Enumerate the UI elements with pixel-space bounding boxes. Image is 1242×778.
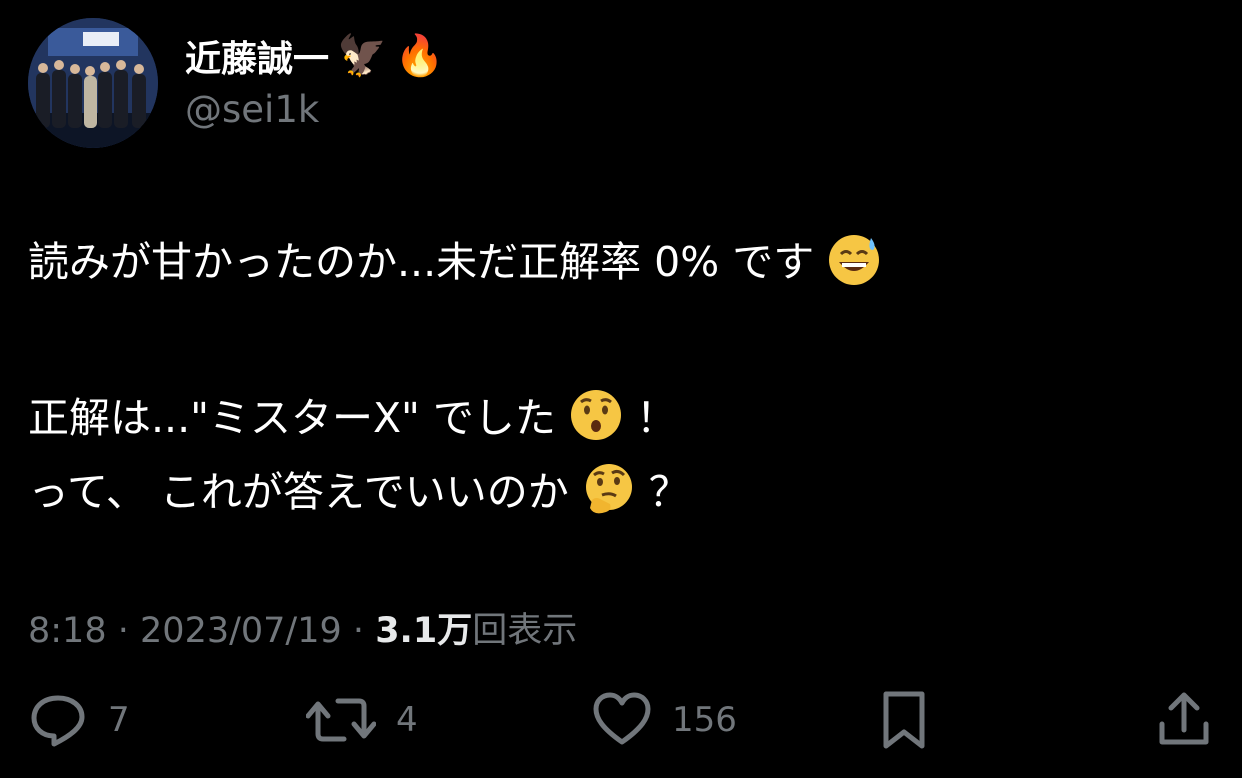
tweet-line-2: 正解は..."ミスターX" でした ！ xyxy=(28,388,1208,443)
views-count: 3.1万 xyxy=(375,611,473,651)
tweet-line-1: 読みが甘かったのか...未だ正解率 0% です xyxy=(28,232,1208,287)
tweet-line-3: って、 これが答えでいいのか ？ xyxy=(28,462,1208,517)
bookmark-icon xyxy=(883,691,925,749)
meta-separator: · xyxy=(117,611,129,651)
tweet-time[interactable]: 8:18 xyxy=(28,611,107,651)
tweet-meta: 8:18 · 2023/07/19 · 3.1万回表示 xyxy=(28,602,577,653)
tweet-text-1: 読みが甘かったのか...未だ正解率 0% です xyxy=(28,238,815,286)
user-handle[interactable]: @sei1k xyxy=(185,88,319,131)
action-bar: 7 4 156 xyxy=(0,690,1242,760)
retweet-icon xyxy=(306,698,376,742)
reply-icon xyxy=(31,695,85,747)
tweet-date[interactable]: 2023/07/19 xyxy=(140,611,342,651)
meta-separator: · xyxy=(352,611,365,651)
share-button[interactable] xyxy=(1154,690,1214,750)
avatar[interactable] xyxy=(28,18,158,148)
tweet-text-3: って、 これが答えでいいのか xyxy=(28,468,569,516)
grinning-sweat-emoji-icon xyxy=(829,235,880,285)
hushed-emoji-icon xyxy=(570,390,621,440)
reply-count: 7 xyxy=(108,700,130,740)
tweet-text-2: 正解は..."ミスターX" でした xyxy=(28,394,556,442)
display-name-row[interactable]: 近藤誠一 🦅 🔥 xyxy=(185,30,445,82)
avatar-photo xyxy=(28,18,158,148)
views-label: 回表示 xyxy=(472,611,578,651)
thinking-emoji-icon xyxy=(585,464,632,514)
retweet-count: 4 xyxy=(396,700,418,740)
like-count: 156 xyxy=(672,700,737,740)
eagle-icon: 🦅 xyxy=(337,33,387,79)
tweet-suffix-3: ？ xyxy=(648,468,690,516)
bookmark-button[interactable] xyxy=(874,690,934,750)
display-name[interactable]: 近藤誠一 xyxy=(185,30,329,82)
tweet-suffix-2: ！ xyxy=(636,394,678,442)
retweet-button[interactable]: 4 xyxy=(306,690,418,750)
share-icon xyxy=(1159,692,1209,745)
fire-icon: 🔥 xyxy=(394,33,445,79)
reply-button[interactable]: 7 xyxy=(28,690,130,750)
like-button[interactable]: 156 xyxy=(592,690,737,750)
heart-icon xyxy=(593,692,651,745)
